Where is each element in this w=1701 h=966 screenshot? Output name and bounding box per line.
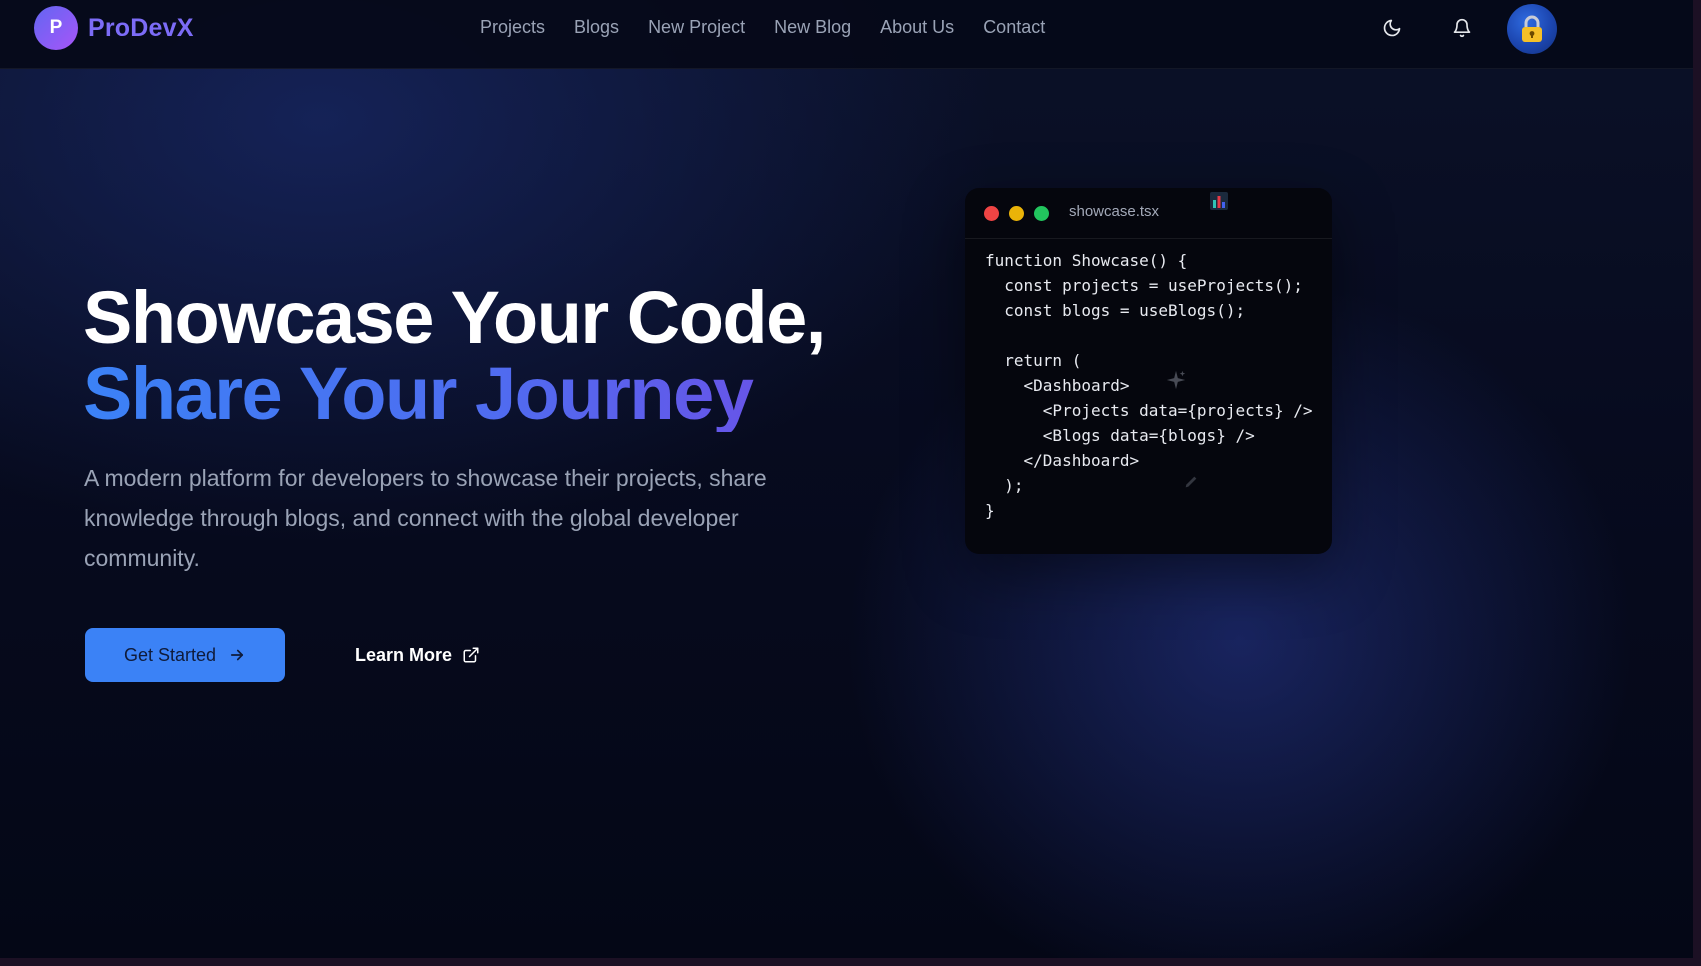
get-started-label: Get Started: [123, 644, 217, 665]
get-started-button[interactable]: Get Started: [85, 628, 285, 682]
sparkle-icon: [1166, 370, 1186, 390]
user-avatar[interactable]: [1507, 4, 1557, 54]
nav-link-projects[interactable]: Projects: [480, 17, 545, 38]
pen-icon: [1185, 476, 1197, 488]
code-window-titlebar: showcase.tsx: [965, 188, 1332, 239]
moon-icon: [1383, 19, 1401, 37]
window-dot-green: [1034, 206, 1049, 221]
hero-title: Showcase Your Code, Share Your Journey: [83, 276, 826, 432]
nav-link-contact[interactable]: Contact: [983, 17, 1045, 38]
nav-link-new-blog[interactable]: New Blog: [774, 17, 851, 38]
external-link-icon: [463, 647, 479, 663]
window-dot-yellow: [1009, 206, 1024, 221]
hero-title-line-1: Showcase Your Code,: [83, 276, 826, 359]
code-snippet: function Showcase() { const projects = u…: [985, 251, 1313, 520]
nav-link-new-project[interactable]: New Project: [648, 17, 745, 38]
nav-links: Projects Blogs New Project New Blog Abou…: [480, 17, 1074, 38]
chart-icon: [1210, 192, 1228, 210]
nav-link-blogs[interactable]: Blogs: [574, 17, 619, 38]
notifications-button[interactable]: [1450, 16, 1474, 40]
window-dot-red: [984, 206, 999, 221]
window-edge-right: [1693, 0, 1701, 966]
learn-more-button[interactable]: Learn More: [355, 638, 480, 672]
lock-icon: [1522, 15, 1542, 42]
brand-home-link[interactable]: P ProDevX: [34, 6, 194, 50]
bell-icon: [1453, 18, 1471, 38]
theme-toggle-button[interactable]: [1380, 16, 1404, 40]
top-navbar: P ProDevX Projects Blogs New Project New…: [0, 0, 1693, 69]
brand-logo-letter: P: [49, 17, 63, 38]
brand-logo: P: [34, 6, 78, 50]
hero-description: A modern platform for developers to show…: [84, 465, 767, 571]
window-edge-bottom: [0, 958, 1701, 966]
nav-link-about-us[interactable]: About Us: [880, 17, 954, 38]
code-preview-window: showcase.tsx function Showcase() { const…: [965, 188, 1332, 554]
arrow-right-icon: [230, 649, 244, 661]
code-filename: showcase.tsx: [1069, 203, 1160, 220]
brand-name: ProDevX: [88, 13, 194, 42]
learn-more-label: Learn More: [355, 644, 453, 665]
hero-title-line-2: Share Your Journey: [83, 356, 825, 432]
